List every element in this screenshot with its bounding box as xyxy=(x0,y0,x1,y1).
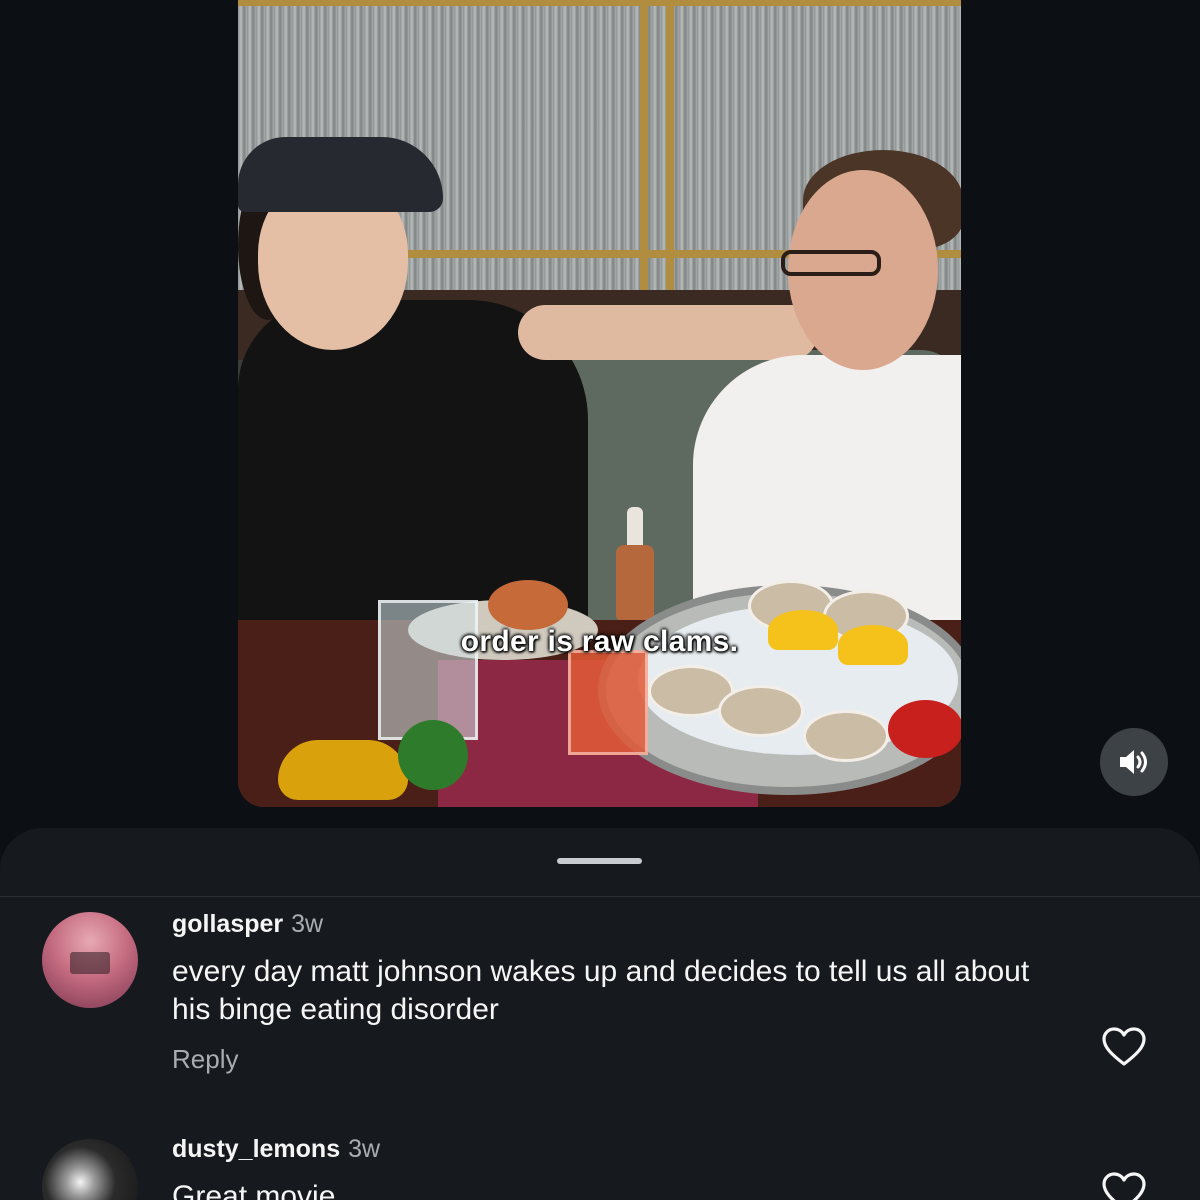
dish-food xyxy=(488,580,568,630)
water-glass xyxy=(378,600,478,740)
herb-garnish xyxy=(398,720,468,790)
username-text[interactable]: dusty_lemons xyxy=(172,1135,340,1163)
sauce-bottle xyxy=(616,545,654,620)
comments-sheet: gollasper 3w every day matt johnson wakes… xyxy=(0,828,1200,1200)
heart-outline-icon[interactable] xyxy=(1101,1171,1147,1200)
oyster xyxy=(718,685,804,737)
avatar[interactable] xyxy=(42,1139,138,1200)
brass-post-left xyxy=(640,0,648,290)
oyster xyxy=(803,710,889,762)
dropper-cap xyxy=(627,507,643,547)
avatar-shirt-graphic xyxy=(70,952,110,974)
brass-rail-top xyxy=(238,0,961,6)
sheet-drag-handle[interactable] xyxy=(557,858,642,864)
comment-timestamp: 3w xyxy=(291,910,324,938)
person-right-torso xyxy=(693,355,961,625)
video-frame xyxy=(238,0,961,807)
brass-post-right xyxy=(666,0,674,290)
speaker-unmuted-icon xyxy=(1120,750,1147,774)
comment-text: every day matt johnson wakes up and deci… xyxy=(172,955,1030,1026)
avatar[interactable] xyxy=(42,912,138,1008)
baseball-cap xyxy=(238,137,443,212)
reel-comments-screen: order is raw clams. gollasper 3w every da… xyxy=(0,0,1200,1200)
person-left-arm xyxy=(518,305,818,360)
peppers xyxy=(278,740,408,800)
reply-button[interactable]: Reply xyxy=(172,1044,238,1075)
eyeglasses xyxy=(781,250,881,276)
video-player[interactable]: order is raw clams. xyxy=(238,0,961,807)
red-drink-glass xyxy=(568,650,648,755)
heart-outline-icon[interactable] xyxy=(1101,1026,1147,1068)
volume-toggle-button[interactable] xyxy=(1100,728,1168,796)
tomato xyxy=(888,700,961,758)
comment-timestamp: 3w xyxy=(348,1135,381,1163)
username-text[interactable]: gollasper xyxy=(172,910,283,938)
sheet-divider xyxy=(0,896,1200,897)
comment-username[interactable]: gollasper 3w xyxy=(172,910,323,939)
comment-text: Great movie xyxy=(172,1180,336,1200)
video-caption: order is raw clams. xyxy=(460,625,739,658)
comment-username[interactable]: dusty_lemons 3w xyxy=(172,1135,380,1164)
